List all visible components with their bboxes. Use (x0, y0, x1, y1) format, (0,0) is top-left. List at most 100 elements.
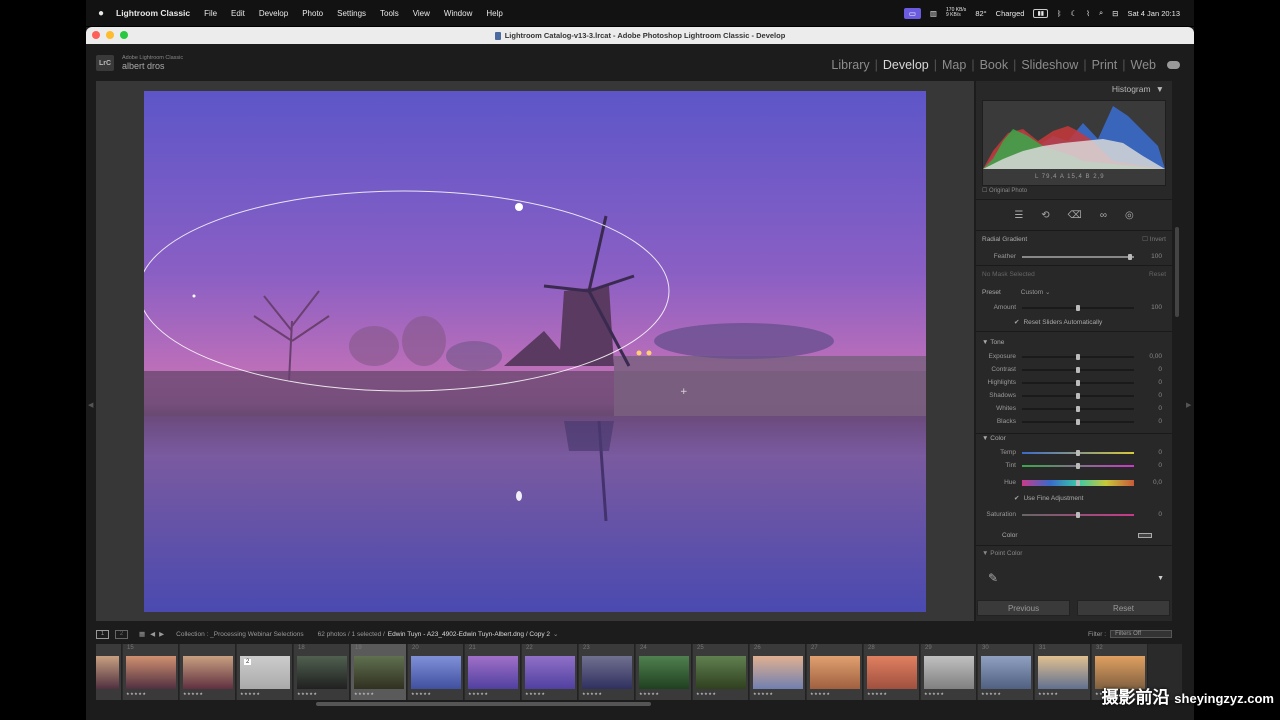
menu-photo[interactable]: Photo (302, 9, 323, 18)
filmstrip-thumbnail[interactable]: 2 ★★★★★ (237, 644, 293, 700)
masking-icon[interactable]: ◎ (1125, 210, 1134, 221)
tone-slider-thumb[interactable] (1076, 366, 1080, 373)
tone-slider[interactable] (1022, 392, 1134, 399)
right-panel-toggle-icon[interactable]: ▶ (1186, 401, 1191, 409)
filmstrip[interactable]: 14★★★★★15★★★★★★★★★★2★★★★★18★★★★★19★★★★★2… (96, 644, 1182, 700)
tone-slider-value[interactable]: 0 (1134, 405, 1162, 412)
feather-value[interactable]: 100 (1134, 253, 1162, 260)
tone-header[interactable]: ▼ Tone (982, 339, 1166, 346)
fine-adjust-checkbox[interactable]: ✔ Use Fine Adjustment (982, 494, 1166, 503)
rating-stars[interactable]: ★★★★★ (753, 691, 773, 696)
color-swatch[interactable] (1138, 533, 1152, 538)
module-library[interactable]: Library (826, 58, 874, 72)
filmstrip-thumbnail[interactable]: 20 ★★★★★ (408, 644, 464, 700)
photo-preview[interactable]: + (144, 91, 926, 612)
rating-stars[interactable]: ★★★★★ (468, 691, 488, 696)
tone-slider[interactable] (1022, 418, 1134, 425)
filmstrip-thumbnail[interactable]: 14★★★★★ (96, 644, 122, 700)
menu-settings[interactable]: Settings (337, 9, 366, 18)
tone-slider-value[interactable]: 0 (1134, 379, 1162, 386)
temp-slider[interactable] (1022, 449, 1134, 456)
module-web[interactable]: Web (1126, 58, 1161, 72)
tone-slider-thumb[interactable] (1076, 353, 1080, 360)
original-photo-toggle[interactable]: ☐ Original Photo (982, 187, 1027, 194)
filmstrip-thumbnail[interactable]: 28 ★★★★★ (864, 644, 920, 700)
saturation-thumb[interactable] (1076, 511, 1080, 518)
module-slideshow[interactable]: Slideshow (1016, 58, 1083, 72)
tone-slider-thumb[interactable] (1076, 379, 1080, 386)
apple-icon[interactable]: ● (86, 8, 116, 19)
wifi-icon[interactable]: ⌇ (1086, 9, 1090, 18)
panel-end-triangle-icon[interactable]: ▼ (1157, 575, 1164, 582)
reset-sliders-checkbox[interactable]: ✔ Reset Sliders Automatically (982, 318, 1166, 327)
filmstrip-thumbnail[interactable]: 29 ★★★★★ (921, 644, 977, 700)
filmstrip-thumbnail[interactable]: 21 ★★★★★ (465, 644, 521, 700)
crop-icon[interactable]: ⟲ (1041, 210, 1049, 221)
filmstrip-thumbnail[interactable]: 24 ★★★★★ (636, 644, 692, 700)
filmstrip-thumbnail[interactable]: 19 ★★★★★ (351, 644, 407, 700)
rating-stars[interactable]: ★★★★★ (696, 691, 716, 696)
back-arrow-icon[interactable]: ◀ (150, 630, 155, 638)
image-workspace[interactable]: ◀ + (88, 81, 974, 621)
rating-stars[interactable]: ★★★★★ (240, 691, 260, 696)
healing-icon[interactable]: ⌫ (1068, 210, 1082, 221)
filmstrip-thumbnail[interactable]: 23 ★★★★★ (579, 644, 635, 700)
tone-slider-thumb[interactable] (1076, 405, 1080, 412)
expand-triangle-icon[interactable]: ▼ (982, 550, 988, 557)
tone-slider[interactable] (1022, 366, 1134, 373)
rating-stars[interactable]: ★★★★★ (525, 691, 545, 696)
temp-thumb[interactable] (1076, 449, 1080, 456)
tone-slider-value[interactable]: 0 (1134, 366, 1162, 373)
focus-icon[interactable]: ☾ (1071, 9, 1078, 18)
menu-develop[interactable]: Develop (259, 9, 288, 18)
filmstrip-thumbnail[interactable]: ★★★★★ (180, 644, 236, 700)
filmstrip-thumbnail[interactable]: 30 ★★★★★ (978, 644, 1034, 700)
tone-slider-thumb[interactable] (1076, 418, 1080, 425)
battery-status[interactable]: Charged (996, 9, 1025, 18)
module-print[interactable]: Print (1087, 58, 1123, 72)
hue-value[interactable]: 0,0 (1134, 479, 1162, 486)
amount-slider[interactable] (1022, 304, 1134, 311)
tone-slider[interactable] (1022, 353, 1134, 360)
histogram[interactable]: L 79,4 A 15,4 B 2,9 (982, 100, 1166, 186)
filmstrip-thumbnail[interactable]: 15 ★★★★★ (123, 644, 179, 700)
amount-thumb[interactable] (1076, 304, 1080, 311)
screen-mirror-icon[interactable]: ▭ (903, 7, 921, 19)
tone-slider-thumb[interactable] (1076, 392, 1080, 399)
menu-view[interactable]: View (413, 9, 430, 18)
rating-stars[interactable]: ★★★★★ (126, 691, 146, 696)
tone-slider-value[interactable]: 0 (1134, 392, 1162, 399)
app-menu[interactable]: Lightroom Classic (116, 8, 190, 18)
point-color-header[interactable]: ▼ Point Color (982, 550, 1166, 557)
rating-stars[interactable]: ★★★★★ (981, 691, 1001, 696)
tone-slider-value[interactable]: 0,00 (1134, 353, 1162, 360)
filmstrip-thumbnail[interactable]: 26 ★★★★★ (750, 644, 806, 700)
menu-tools[interactable]: Tools (380, 9, 399, 18)
forward-arrow-icon[interactable]: ▶ (159, 630, 164, 638)
menu-edit[interactable]: Edit (231, 9, 245, 18)
rating-stars[interactable]: ★★★★★ (1038, 691, 1058, 696)
rating-stars[interactable]: ★★★★★ (183, 691, 203, 696)
rating-stars[interactable]: ★★★★★ (297, 691, 317, 696)
bluetooth-icon[interactable]: ᛒ (1057, 9, 1062, 18)
filename-dropdown-icon[interactable]: ⌄ (553, 630, 558, 638)
feather-slider[interactable] (1022, 253, 1134, 260)
filename[interactable]: Edwin Tuyn - A23_4902-Edwin Tuyn-Albert.… (388, 631, 550, 638)
hue-slider[interactable] (1022, 479, 1134, 486)
preset-select[interactable]: Custom ⌄ (1021, 288, 1051, 296)
minimize-button[interactable] (106, 31, 114, 39)
expand-triangle-icon[interactable]: ▼ (982, 435, 988, 442)
left-panel-toggle-icon[interactable]: ◀ (88, 401, 93, 409)
collection-label[interactable]: Collection : _Processing Webinar Selecti… (176, 631, 303, 638)
collapse-triangle-icon[interactable]: ▼ (1156, 84, 1164, 94)
color-header[interactable]: ▼ Color (982, 435, 1166, 442)
invert-toggle[interactable]: ☐ Invert (1142, 235, 1166, 243)
tone-slider[interactable] (1022, 379, 1134, 386)
filmstrip-thumbnail[interactable]: 31 ★★★★★ (1035, 644, 1091, 700)
mask-reset-button[interactable]: Reset (1149, 271, 1166, 278)
module-book[interactable]: Book (975, 58, 1014, 72)
sliders-icon[interactable]: ☰ (1014, 210, 1023, 221)
grid-icon[interactable]: ▦ (139, 630, 145, 638)
zoom-button[interactable] (120, 31, 128, 39)
filmstrip-thumbnail[interactable]: 27 ★★★★★ (807, 644, 863, 700)
